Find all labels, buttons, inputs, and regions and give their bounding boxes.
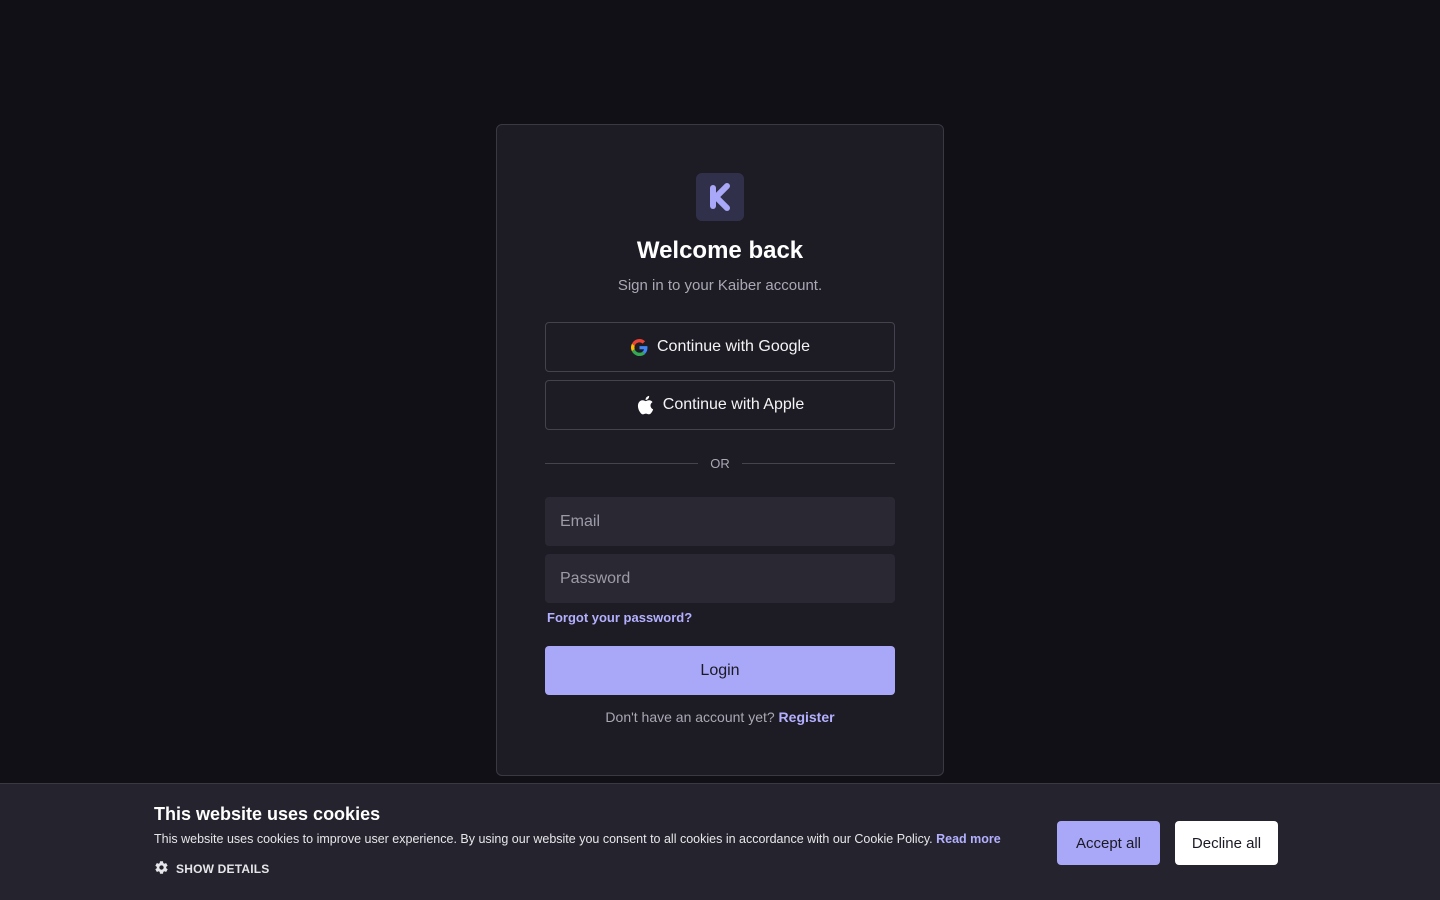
cookie-description: This website uses cookies to improve use… [154, 832, 1034, 846]
forgot-password-link[interactable]: Forgot your password? [547, 610, 692, 625]
apple-icon [636, 395, 654, 415]
continue-with-apple-button[interactable]: Continue with Apple [545, 380, 895, 430]
continue-with-google-button[interactable]: Continue with Google [545, 322, 895, 372]
show-details-toggle[interactable]: SHOW DETAILS [154, 860, 270, 878]
gear-icon [154, 860, 169, 878]
kaiber-logo-icon [696, 173, 744, 221]
cookie-title: This website uses cookies [154, 804, 381, 824]
no-account-text: Don't have an account yet? [605, 709, 775, 725]
google-icon [630, 338, 648, 356]
read-more-link[interactable]: Read more [936, 832, 1001, 846]
decline-all-button[interactable]: Decline all [1175, 821, 1278, 865]
email-field[interactable] [545, 497, 895, 546]
divider-line-right [741, 462, 895, 464]
login-page: Welcome back Sign in to your Kaiber acco… [0, 0, 1440, 900]
register-row: Don't have an account yet? Register [497, 709, 943, 725]
apple-button-label: Continue with Apple [662, 396, 805, 413]
cookie-banner: This website uses cookies This website u… [0, 783, 1440, 900]
password-field[interactable] [545, 554, 895, 603]
login-card: Welcome back Sign in to your Kaiber acco… [496, 124, 944, 776]
register-link[interactable]: Register [779, 709, 835, 725]
divider-line-left [545, 462, 699, 464]
accept-all-button[interactable]: Accept all [1057, 821, 1160, 865]
divider-text: OR [710, 455, 730, 471]
page-subtitle: Sign in to your Kaiber account. [617, 277, 823, 294]
or-divider: OR [545, 454, 895, 472]
google-button-label: Continue with Google [657, 338, 810, 355]
login-button[interactable]: Login [545, 646, 895, 695]
page-title: Welcome back [636, 237, 804, 264]
cookie-text: This website uses cookies to improve use… [154, 832, 933, 846]
show-details-label: SHOW DETAILS [176, 862, 270, 876]
